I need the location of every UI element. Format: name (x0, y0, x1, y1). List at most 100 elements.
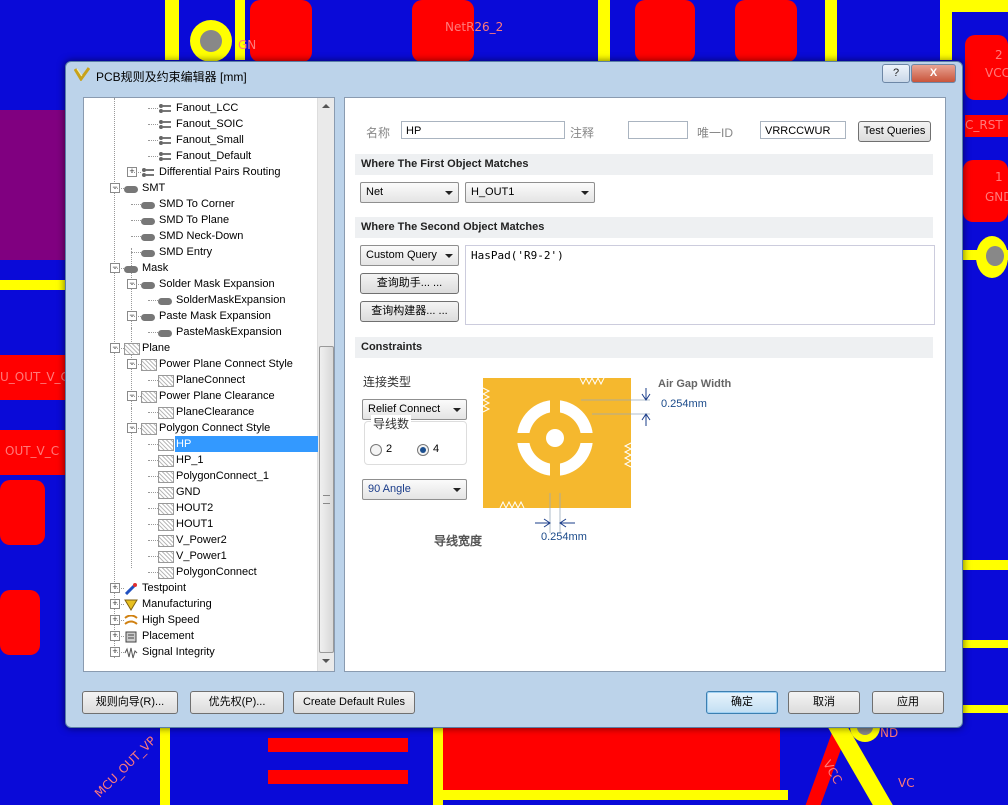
tree-item[interactable]: Fanout_LCC (175, 100, 238, 116)
scroll-thumb[interactable] (319, 346, 334, 653)
tree-item[interactable]: Manufacturing (141, 596, 212, 612)
tree-line (131, 428, 141, 429)
tree-item[interactable]: Differential Pairs Routing (158, 164, 280, 180)
plane-rule-icon (158, 407, 174, 419)
tree-item[interactable]: Fanout_Small (175, 132, 244, 148)
first-net-value: H_OUT1 (471, 186, 515, 198)
rule-icon (158, 119, 172, 132)
tree-item[interactable]: Signal Integrity (141, 644, 215, 660)
uid-label: 唯一ID (697, 126, 734, 140)
smt-rule-icon (124, 186, 138, 193)
plane-rule-icon (141, 359, 157, 371)
tree-line (131, 172, 141, 173)
smt-rule-icon (141, 314, 155, 321)
first-net-select[interactable]: H_OUT1 (465, 182, 595, 203)
tree-line (148, 380, 158, 381)
tree-item[interactable]: HOUT2 (175, 500, 213, 516)
scroll-up-icon[interactable] (322, 104, 330, 108)
query-builder-button[interactable]: 查询构建器... ... (360, 301, 459, 322)
tree-item[interactable]: PolygonConnect (175, 564, 257, 580)
tree-item[interactable]: HP (175, 436, 318, 452)
tree-line (148, 412, 158, 413)
tree-line (148, 460, 158, 461)
tree-line (114, 636, 124, 637)
smt-rule-icon (141, 234, 155, 241)
tree-line (114, 188, 124, 189)
tree-line (131, 236, 141, 237)
tree-item[interactable]: SolderMaskExpansion (175, 292, 285, 308)
second-object-header: Where The Second Object Matches (355, 217, 933, 238)
first-type-select[interactable]: Net (360, 182, 459, 203)
tree-item[interactable]: Paste Mask Expansion (158, 308, 271, 324)
ok-button[interactable]: 确定 (706, 691, 778, 714)
tree-item[interactable]: Testpoint (141, 580, 186, 596)
plane-rule-icon (158, 455, 174, 467)
priorities-button[interactable]: 优先权(P)... (190, 691, 284, 714)
tree-item[interactable]: PasteMaskExpansion (175, 324, 282, 340)
comment-label: 注释 (570, 126, 595, 140)
tree-item[interactable]: High Speed (141, 612, 200, 628)
query-editor[interactable]: HasPad('R9-2') (465, 245, 935, 325)
scroll-down-icon[interactable] (322, 659, 330, 663)
tree-item[interactable]: GND (175, 484, 200, 500)
tree-item[interactable]: Mask (141, 260, 168, 276)
tree-item[interactable]: SMD Entry (158, 244, 212, 260)
tree-item[interactable]: Solder Mask Expansion (158, 276, 275, 292)
pcb-label: VCC (985, 66, 1008, 80)
plane-rule-icon (141, 423, 157, 435)
tree-item[interactable]: HOUT1 (175, 516, 213, 532)
conductors-2-radio[interactable] (370, 444, 382, 456)
tree-item[interactable]: PlaneClearance (175, 404, 254, 420)
smt-rule-icon (141, 282, 155, 289)
tree-line (148, 524, 158, 525)
tree-item[interactable]: SMD To Corner (158, 196, 235, 212)
tree-item[interactable]: Power Plane Clearance (158, 388, 275, 404)
rule-wizard-button[interactable]: 规则向导(R)... (82, 691, 178, 714)
cancel-button[interactable]: 取消 (788, 691, 860, 714)
angle-select[interactable]: 90 Angle (362, 479, 467, 500)
tree-item[interactable]: SMD Neck-Down (158, 228, 243, 244)
tree-item[interactable]: Fanout_Default (175, 148, 251, 164)
tree-item[interactable]: V_Power1 (175, 548, 227, 564)
test-queries-button[interactable]: Test Queries (858, 121, 931, 142)
tree-line (131, 220, 141, 221)
tree-item[interactable]: SMD To Plane (158, 212, 229, 228)
create-default-rules-button[interactable]: Create Default Rules (293, 691, 415, 714)
connect-type-label: 连接类型 (363, 375, 412, 389)
tree-item[interactable]: PolygonConnect_1 (175, 468, 269, 484)
tree-item[interactable]: Plane (141, 340, 170, 356)
tree-item[interactable]: Polygon Connect Style (158, 420, 270, 436)
query-helper-button[interactable]: 查询助手... ... (360, 273, 459, 294)
tree-scrollbar[interactable] (317, 98, 334, 671)
conductors-4-radio[interactable] (417, 444, 429, 456)
second-type-select[interactable]: Custom Query (360, 245, 459, 266)
tree-item[interactable]: HP_1 (175, 452, 204, 468)
constraints-header: Constraints (355, 337, 933, 358)
uid-input[interactable]: VRRCCWUR (760, 121, 846, 139)
name-label: 名称 (366, 126, 391, 140)
rules-tree[interactable]: Fanout_LCC Fanout_SOIC Fanout_Small Fanout_… (83, 97, 335, 672)
tree-item[interactable]: PlaneConnect (175, 372, 245, 388)
close-button[interactable]: X (911, 64, 956, 83)
help-button[interactable]: ? (882, 64, 910, 83)
tree-line (114, 620, 124, 621)
tree-item[interactable]: Power Plane Connect Style (158, 356, 293, 372)
tree-item[interactable]: SMT (141, 180, 165, 196)
pcb-label: 1 (995, 170, 1003, 184)
tree-item[interactable]: Fanout_SOIC (175, 116, 243, 132)
tree-item[interactable]: V_Power2 (175, 532, 227, 548)
tree-line (148, 508, 158, 509)
tree-item[interactable]: Placement (141, 628, 194, 644)
tree-line (131, 396, 141, 397)
rule-icon (141, 167, 155, 180)
name-input[interactable]: HP (401, 121, 565, 139)
smt-rule-icon (124, 266, 138, 273)
title-bar[interactable]: PCB规则及约束编辑器 [mm] ? X (66, 62, 962, 88)
chevron-down-icon (453, 488, 461, 492)
comment-input[interactable] (628, 121, 688, 139)
tree-line (131, 252, 141, 253)
tree-line (148, 332, 158, 333)
tree-line (114, 588, 124, 589)
apply-button[interactable]: 应用 (872, 691, 944, 714)
conductors-2-label: 2 (386, 443, 393, 455)
